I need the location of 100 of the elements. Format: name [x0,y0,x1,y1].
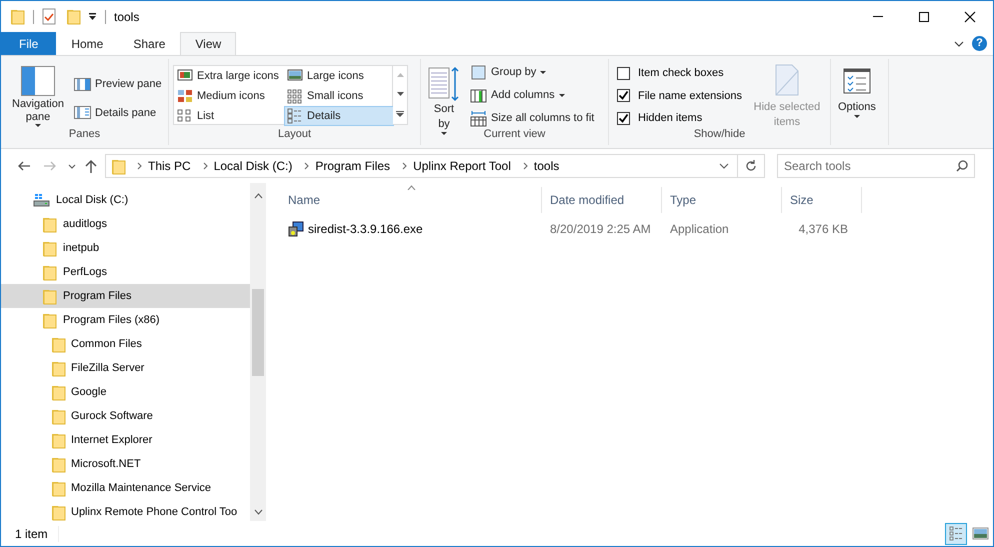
group-icon [470,64,487,81]
properties-icon[interactable] [42,8,56,25]
refresh-icon[interactable] [745,160,757,172]
view-command-button[interactable]: Add columns [467,85,598,106]
address-bar[interactable]: This PC Local Disk (C:) Program Files Uplinx Report Tool tools [105,154,765,178]
checkbox[interactable] [617,89,630,102]
preview-pane-icon [74,76,91,92]
dropdown-icon[interactable] [88,12,97,21]
group-label: Current view [484,126,546,142]
checkbox[interactable] [617,66,630,80]
view-toggle-button[interactable] [945,522,967,544]
chevron-icon[interactable] [522,162,529,170]
window-title: tools [114,8,140,26]
file-menu-tab[interactable]: File [1,32,56,55]
scroll-down-icon[interactable] [254,509,262,515]
expand-gallery-icon[interactable] [396,110,404,117]
tree-item[interactable]: FileZilla Server [1,356,250,380]
tree-item[interactable]: auditlogs [1,212,250,236]
group-label: Layout [278,126,312,142]
up-icon[interactable] [85,159,97,173]
caret-icon [35,124,41,127]
folder-icon [42,312,57,328]
tree-item[interactable]: inetpub [1,236,250,260]
chevron-icon[interactable] [202,162,209,170]
installer-icon [288,221,304,237]
checkbox[interactable] [617,112,630,125]
scrollbar-thumb[interactable] [252,289,264,376]
chevron-icon[interactable] [402,162,408,170]
view-command-button[interactable]: Size all columns to fit [467,108,598,129]
scroll-down-icon[interactable] [396,92,404,96]
view-command-button[interactable]: Group by [467,62,598,83]
caret-icon [441,132,447,135]
folder-icon [42,216,57,232]
tree-item[interactable]: Internet Explorer [1,428,250,452]
tree-item[interactable]: Uplinx Remote Phone Control Too [1,500,250,521]
page-icon [774,64,800,96]
folder-icon [51,456,66,472]
close-icon [964,10,976,22]
table-cell-text: 4,376 KB [798,221,849,238]
ribbon-tab[interactable]: Share [118,32,180,55]
options-icon [842,68,871,94]
drive-icon [33,193,50,207]
breadcrumb[interactable]: This PC [143,157,196,175]
tree-item[interactable]: Common Files [1,332,250,356]
folder-icon [51,504,66,520]
resize-columns-icon [470,110,487,127]
layout-option[interactable]: List [174,106,284,126]
folder-icon [42,288,57,304]
tree-item[interactable]: Program Files [1,284,250,308]
options-button[interactable]: Options [835,66,879,145]
file-name[interactable]: siredist-3.3.9.166.exe [280,220,542,238]
layout-option[interactable]: Details [284,106,394,126]
tree-item[interactable]: Local Disk (C:) [1,188,250,212]
dropdown-icon[interactable] [719,163,729,169]
column-header[interactable]: Date modified [542,187,662,213]
scroll-up-icon[interactable] [254,193,262,199]
help-button[interactable]: ? [972,36,987,51]
details-icon [287,108,303,124]
breadcrumb[interactable]: tools [528,157,564,175]
tree-item[interactable]: Google [1,380,250,404]
table-cell-text: 8/20/2019 2:25 AM [549,221,652,238]
breadcrumb[interactable]: Local Disk (C:) [208,157,298,175]
breadcrumb[interactable]: Program Files [310,157,396,175]
back-icon[interactable] [17,159,31,173]
folder-icon [111,158,126,174]
details-pane-icon [74,105,91,120]
expand-ribbon-icon[interactable] [954,40,964,48]
column-header[interactable]: Name [280,187,542,213]
caret-icon [854,115,860,118]
details-pane-button[interactable]: Details pane [71,102,165,123]
layout-option[interactable]: Extra large icons [174,66,284,86]
search-field[interactable]: Search tools [777,154,975,178]
chevron-icon[interactable] [304,162,310,170]
checkbox-label: File name extensions [638,88,742,104]
folder-icon [51,360,66,376]
ribbon-tab[interactable]: View [180,32,236,55]
tree-item[interactable]: Program Files (x86) [1,308,250,332]
column-header[interactable]: Size [782,187,862,213]
tree-item[interactable]: Microsoft.NET [1,452,250,476]
tree-item[interactable]: PerfLogs [1,260,250,284]
caret-icon [558,94,565,97]
chevron-icon[interactable] [137,162,143,170]
layout-option[interactable]: Medium icons [174,86,284,106]
checkbox-label: Hidden items [638,111,702,126]
column-header[interactable]: Type [662,187,782,213]
maximize-icon [918,10,930,22]
tree-item[interactable]: Mozilla Maintenance Service [1,476,250,500]
folder-icon [51,408,66,424]
table-cell-text: Application [669,221,730,238]
navigation-pane-button[interactable]: Navigation pane [5,64,71,129]
recent-locations-icon[interactable] [68,164,76,168]
layout-option[interactable]: Small icons [284,86,394,106]
tree-item[interactable]: Gurock Software [1,404,250,428]
search-input[interactable]: Search tools [784,157,956,175]
status-text: 1 item [15,526,48,542]
search-icon [956,160,968,172]
preview-pane-button[interactable]: Preview pane [71,74,165,94]
columns-icon [470,87,487,104]
ribbon-tab[interactable]: Home [56,32,118,55]
breadcrumb[interactable]: Uplinx Report Tool [408,157,516,175]
